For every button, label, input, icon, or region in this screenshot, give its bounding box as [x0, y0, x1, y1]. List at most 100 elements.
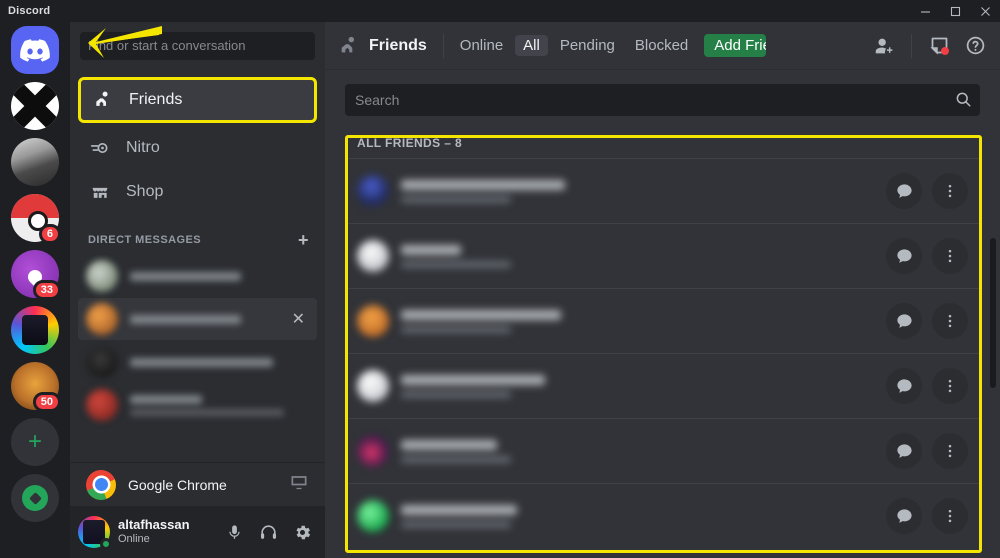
avatar [357, 370, 389, 402]
gear-icon[interactable] [287, 517, 317, 547]
discord-logo-icon [11, 26, 59, 74]
more-vertical-icon[interactable] [932, 238, 968, 274]
shop-icon [88, 180, 112, 204]
status-indicator-online [100, 538, 112, 550]
plus-icon: + [27, 428, 42, 455]
sidebar-item-nitro[interactable]: Nitro [78, 127, 317, 169]
friends-search-container: Search [345, 70, 980, 116]
sidebar-item-shop[interactable]: Shop [78, 171, 317, 213]
avatar [357, 305, 389, 337]
avatar [357, 175, 389, 207]
activity-status-row[interactable]: Google Chrome [70, 462, 325, 506]
dm-list-item[interactable] [78, 255, 317, 297]
message-bubble-icon[interactable] [886, 368, 922, 404]
avatar [86, 389, 118, 421]
message-bubble-icon[interactable] [886, 498, 922, 534]
avatar [357, 500, 389, 532]
more-vertical-icon[interactable] [932, 368, 968, 404]
help-icon[interactable] [958, 29, 992, 63]
server-purple[interactable]: 33 [11, 250, 61, 300]
server-pokeball[interactable]: 6 [11, 194, 61, 244]
unread-badge: 33 [32, 280, 61, 300]
sidebar-nav: Friends Nitro Shop [70, 69, 325, 215]
user-status-text: Online [118, 533, 150, 546]
friend-row[interactable] [345, 418, 980, 483]
window-controls [910, 0, 1000, 22]
microphone-icon[interactable] [219, 517, 249, 547]
search-input[interactable]: Search [345, 84, 980, 116]
explore-servers-button[interactable] [11, 474, 59, 522]
sidebar-item-label: Friends [129, 91, 183, 108]
tab-all[interactable]: All [515, 35, 548, 56]
friends-header: Friends Online All Pending Blocked Add F… [325, 22, 1000, 70]
create-dm-button[interactable]: + [298, 231, 315, 249]
add-server-button[interactable]: + [11, 418, 59, 466]
sidebar-item-friends[interactable]: Friends [78, 77, 317, 123]
avatar [86, 303, 118, 335]
friends-body: Search ALL FRIENDS – 8 [325, 70, 1000, 558]
avatar [357, 240, 389, 272]
activity-label: Google Chrome [128, 476, 227, 493]
nitro-icon [88, 136, 112, 160]
friend-row[interactable] [345, 483, 980, 548]
unread-badge: 50 [32, 392, 61, 412]
screen-share-icon[interactable] [289, 472, 309, 497]
avatar [86, 346, 118, 378]
add-friend-button[interactable]: Add Friend [704, 34, 767, 57]
friends-list-scrollbar[interactable] [990, 238, 996, 388]
search-icon [954, 90, 972, 111]
friend-row[interactable] [345, 158, 980, 223]
more-vertical-icon[interactable] [932, 498, 968, 534]
discord-home-button[interactable] [11, 26, 59, 74]
minimize-icon[interactable] [910, 0, 940, 22]
server-lion[interactable]: 50 [11, 362, 61, 412]
more-vertical-icon[interactable] [932, 303, 968, 339]
friend-row[interactable] [345, 223, 980, 288]
direct-messages-label: DIRECT MESSAGES [88, 234, 202, 246]
close-dm-icon[interactable]: ✕ [292, 309, 309, 329]
more-vertical-icon[interactable] [932, 433, 968, 469]
avatar[interactable] [78, 516, 112, 550]
dm-list-item[interactable]: ✕ [78, 298, 317, 340]
server-photo[interactable] [11, 138, 59, 186]
dm-list-item[interactable] [78, 341, 317, 383]
friends-icon [337, 34, 361, 58]
dm-search-input[interactable]: Find or start a conversation [80, 31, 315, 60]
divider [442, 33, 444, 58]
maximize-icon[interactable] [940, 0, 970, 22]
friend-row[interactable] [345, 288, 980, 353]
server-x[interactable] [11, 82, 59, 130]
inbox-icon[interactable] [922, 29, 956, 63]
tab-blocked[interactable]: Blocked [627, 35, 696, 56]
server-rail: 6 33 50 + [0, 22, 70, 558]
header-actions [867, 29, 992, 63]
dm-list-item[interactable] [78, 384, 317, 426]
message-bubble-icon[interactable] [886, 173, 922, 209]
tab-online[interactable]: Online [452, 35, 511, 56]
discord-window: Discord 6 33 50 + Find or start a conver… [0, 0, 1000, 558]
server-icon-art [11, 138, 59, 186]
compass-icon [22, 485, 48, 511]
close-icon[interactable] [970, 0, 1000, 22]
new-group-dm-icon[interactable] [867, 29, 901, 63]
tab-pending[interactable]: Pending [552, 35, 623, 56]
friends-icon [91, 88, 115, 112]
server-beast[interactable] [11, 306, 59, 354]
headphones-icon[interactable] [253, 517, 283, 547]
sidebar-item-label: Shop [126, 183, 164, 200]
message-bubble-icon[interactable] [886, 303, 922, 339]
unread-indicator [941, 46, 949, 55]
dm-sidebar: Find or start a conversation Friends Nit… [70, 22, 325, 558]
title-bar: Discord [0, 0, 1000, 22]
username: altafhassan [118, 517, 190, 533]
server-icon-art [11, 306, 59, 354]
message-bubble-icon[interactable] [886, 433, 922, 469]
avatar [357, 435, 389, 467]
divider [911, 33, 912, 58]
window-title: Discord [8, 5, 51, 17]
friend-row[interactable] [345, 353, 980, 418]
more-vertical-icon[interactable] [932, 173, 968, 209]
message-bubble-icon[interactable] [886, 238, 922, 274]
user-panel-actions [219, 517, 317, 547]
direct-messages-header: DIRECT MESSAGES + [70, 215, 325, 255]
